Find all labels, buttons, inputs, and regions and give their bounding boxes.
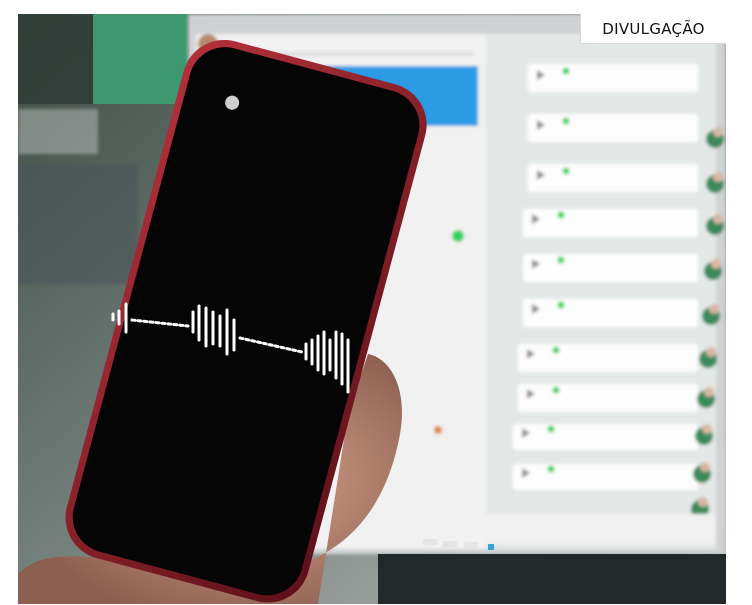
photo-credit-label: DIVULGAÇÃO <box>580 14 726 44</box>
scene-illustration <box>18 14 726 604</box>
photo: DIVULGAÇÃO <box>18 14 726 604</box>
